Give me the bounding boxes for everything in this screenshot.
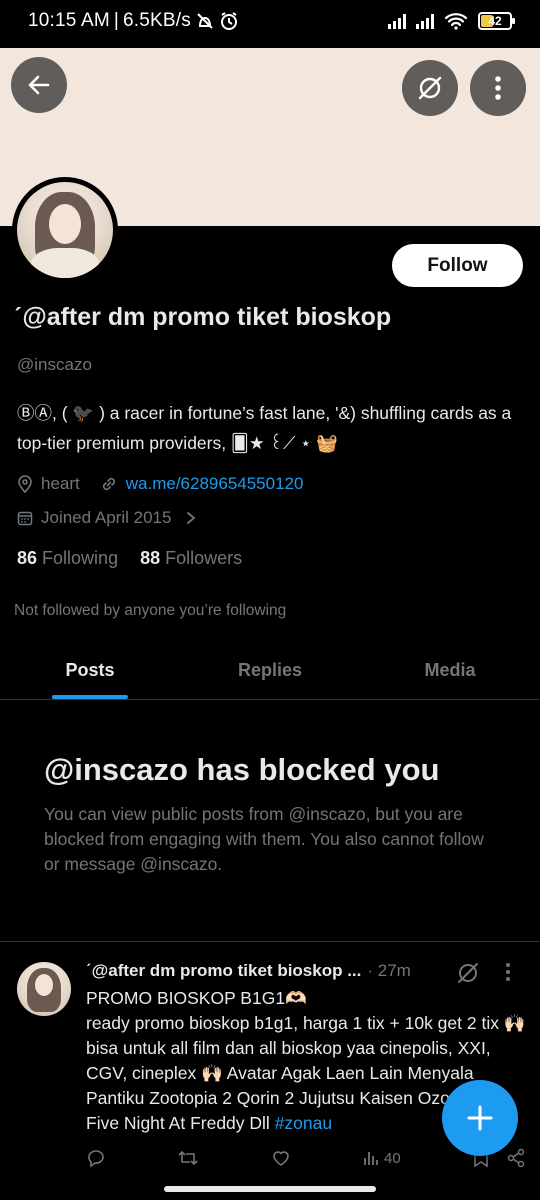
profile-meta-location: heart wa.me/6289654550120 bbox=[17, 474, 303, 494]
tweet-avatar[interactable] bbox=[17, 962, 71, 1016]
followers-count: 88 bbox=[140, 548, 161, 568]
tweet-time[interactable]: · 27m bbox=[367, 961, 410, 981]
compose-button[interactable] bbox=[442, 1080, 518, 1156]
link-icon bbox=[102, 477, 115, 491]
followers-link[interactable]: 88 Followers bbox=[140, 548, 242, 569]
profile-website-link[interactable]: wa.me/6289654550120 bbox=[126, 474, 304, 494]
profile-handle: @inscazo bbox=[17, 355, 92, 374]
tab-posts[interactable]: Posts bbox=[0, 642, 180, 699]
retweet-button[interactable] bbox=[177, 1148, 199, 1168]
no-sign-icon[interactable] bbox=[455, 960, 481, 986]
back-button[interactable] bbox=[11, 57, 67, 113]
tweet-author-name[interactable]: ˊ@after dm promo tiket bioskop ... bbox=[86, 961, 361, 981]
battery-icon: 42 bbox=[478, 12, 515, 30]
following-count: 86 bbox=[17, 548, 38, 568]
signal-icon bbox=[388, 13, 406, 29]
heart-icon bbox=[272, 1151, 289, 1166]
following-link[interactable]: 86 Following bbox=[17, 548, 118, 569]
tab-media[interactable]: Media bbox=[360, 642, 540, 699]
status-speed: 6.5KB/s bbox=[123, 10, 191, 31]
calendar-icon bbox=[17, 511, 33, 526]
status-time: 10:15 AM bbox=[28, 10, 110, 31]
divider bbox=[0, 941, 540, 942]
like-button[interactable] bbox=[271, 1148, 291, 1168]
grok-button[interactable] bbox=[402, 60, 458, 116]
profile-tabs: Posts Replies Media bbox=[0, 642, 540, 700]
location-pin-icon bbox=[18, 475, 32, 493]
profile-bio: ⒷⒶ, ( 🐦‍⬛ ) a racer in fortune’s fast la… bbox=[17, 403, 512, 453]
more-options-button[interactable] bbox=[470, 60, 526, 116]
wifi-icon bbox=[444, 13, 468, 30]
following-label: Following bbox=[42, 548, 119, 568]
tweet-actions: 40 bbox=[86, 1148, 526, 1168]
views-button[interactable]: 40 bbox=[362, 1149, 401, 1167]
arrow-left-icon bbox=[28, 75, 50, 95]
tweet-more-icon[interactable] bbox=[505, 962, 511, 982]
tweet-hashtag[interactable]: #zonau bbox=[275, 1113, 332, 1133]
alarm-icon bbox=[220, 12, 237, 30]
alarm-off-icon bbox=[197, 13, 213, 29]
follow-button[interactable]: Follow bbox=[392, 244, 523, 287]
tab-replies[interactable]: Replies bbox=[180, 642, 360, 699]
display-name: ˊ@after dm promo tiket bioskop bbox=[14, 303, 392, 331]
blocked-title: @inscazo has blocked you bbox=[44, 752, 440, 787]
home-indicator[interactable] bbox=[164, 1186, 376, 1192]
status-bar: 10:15 AM | 6.5KB/s 42 bbox=[0, 0, 540, 48]
bar-chart-icon bbox=[364, 1152, 378, 1165]
retweet-icon bbox=[178, 1151, 198, 1165]
blocked-text: You can view public posts from @inscazo,… bbox=[44, 804, 484, 874]
profile-avatar[interactable] bbox=[12, 177, 118, 283]
profile-counts: 86 Following 88 Followers bbox=[17, 548, 242, 569]
views-count: 40 bbox=[383, 1149, 401, 1167]
more-vertical-icon bbox=[495, 76, 501, 100]
profile-meta-joined: Joined April 2015 bbox=[17, 508, 197, 528]
share-icon[interactable] bbox=[506, 1148, 526, 1168]
reply-button[interactable] bbox=[86, 1148, 106, 1168]
tweet-line1: PROMO BIOSKOP B1G1🫶🏻 bbox=[86, 988, 307, 1008]
reply-icon bbox=[88, 1150, 104, 1168]
profile-joined: Joined April 2015 bbox=[41, 508, 172, 527]
status-separator: | bbox=[113, 10, 120, 31]
signal-icon-2 bbox=[416, 13, 434, 29]
plus-icon bbox=[467, 1105, 493, 1131]
followers-label: Followers bbox=[165, 548, 243, 568]
profile-location: heart bbox=[41, 474, 80, 493]
chevron-right-icon[interactable] bbox=[185, 511, 197, 525]
battery-level: 42 bbox=[488, 14, 502, 28]
not-followed-notice: Not followed by anyone you’re following bbox=[14, 602, 287, 619]
no-sign-icon bbox=[418, 76, 442, 100]
